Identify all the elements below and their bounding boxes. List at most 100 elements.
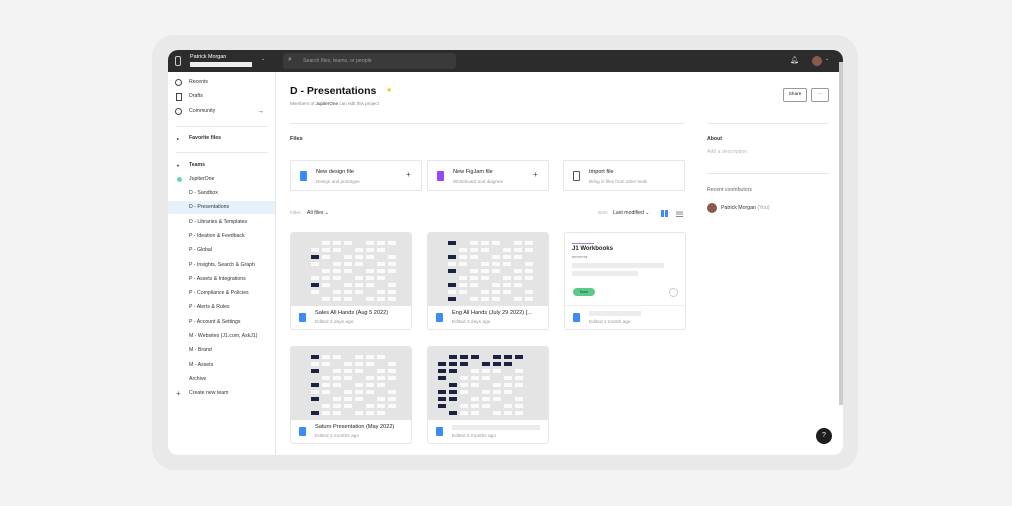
file-card[interactable]: J1 Workbooks PROTOTYPE Done Edited 1 mon…: [564, 232, 686, 330]
sidebar-project-item[interactable]: P - Assets & Integrations: [168, 273, 275, 286]
search-input[interactable]: ⌕ Search files, teams, or people: [283, 53, 456, 69]
slide-mini: [438, 369, 446, 373]
slide-mini: [525, 297, 533, 301]
slide-mini: [525, 269, 533, 273]
arrow-right-icon: →: [257, 108, 264, 115]
user-name[interactable]: Patrick Morgan: [190, 54, 226, 60]
slide-mini: [388, 290, 396, 294]
teams-toggle[interactable]: ▾ Teams: [168, 159, 275, 172]
file-card[interactable]: Eng All Hands (July 29 2022) [... Edited …: [427, 232, 549, 330]
plus-icon[interactable]: +: [533, 170, 538, 179]
slide-mini: [514, 255, 522, 259]
grid-view-icon[interactable]: [661, 210, 668, 217]
sidebar-project-item[interactable]: P - Ideation & Feedback: [168, 230, 275, 243]
filter-value: All files: [307, 210, 324, 216]
divider: [290, 123, 685, 124]
sidebar-project-item[interactable]: D - Sandbox: [168, 187, 275, 200]
slide-mini: [377, 411, 385, 415]
subtitle-suffix: can edit this project: [338, 101, 379, 106]
more-options-button[interactable]: ···: [811, 88, 829, 102]
slide-mini: [311, 369, 319, 373]
plus-icon[interactable]: +: [406, 170, 411, 179]
file-card[interactable]: Edited 6 months ago: [427, 346, 549, 444]
sidebar-project-item[interactable]: M - Brand: [168, 344, 275, 357]
file-card[interactable]: Saturn Presentation (May 2022) Edited 2 m…: [290, 346, 412, 444]
slide-mini: [493, 362, 501, 366]
slide-mini: [355, 383, 363, 387]
sidebar-project-item[interactable]: M - Assets: [168, 359, 275, 372]
sidebar-project-item[interactable]: M - Websites (J1.com, AskJ1): [168, 330, 275, 343]
action-card[interactable]: New design file Design and prototype +: [290, 160, 422, 191]
sidebar-item-recents[interactable]: Recents: [168, 76, 275, 89]
share-button[interactable]: Share: [783, 88, 807, 102]
sidebar-project-item[interactable]: P - Account & Settings: [168, 316, 275, 329]
sidebar: Recents Drafts Community → ▸ Favorite file…: [168, 72, 276, 455]
slide-mini: [366, 376, 374, 380]
file-card[interactable]: Sales All Hands (Aug 5 2022) Edited 2 day…: [290, 232, 412, 330]
file-name-redacted: [589, 311, 641, 316]
slide-mini: [344, 290, 352, 294]
action-card[interactable]: New FigJam file Whiteboard and diagram +: [427, 160, 549, 191]
sidebar-project-item[interactable]: P - Insights, Search & Graph: [168, 259, 275, 272]
placeholder-bar: [572, 263, 664, 268]
sidebar-project-item[interactable]: P - Alerts & Rules: [168, 301, 275, 314]
slide-mini: [460, 411, 468, 415]
caret-icon: ▾: [177, 163, 180, 168]
slide-mini: [493, 397, 501, 401]
slide-mini: [504, 362, 512, 366]
file-edited-time: Edited 1 month ago: [589, 320, 631, 325]
sidebar-project-item[interactable]: Archive: [168, 373, 275, 386]
slide-mini: [366, 383, 374, 387]
slide-mini: [311, 397, 319, 401]
slide-mini: [460, 376, 468, 380]
slide-mini: [514, 276, 522, 280]
file-edited-time: Edited 2 months ago: [315, 434, 360, 439]
favorite-star-icon[interactable]: ★: [386, 86, 392, 94]
label: Teams: [189, 162, 206, 168]
slide-mini: [493, 390, 501, 394]
scrollbar[interactable]: [839, 62, 843, 405]
slide-mini: [503, 283, 511, 287]
slide-mini: [482, 362, 490, 366]
slide-mini: [366, 355, 374, 359]
list-view-icon[interactable]: [676, 210, 683, 217]
account-chevron-icon[interactable]: ⌄: [261, 56, 265, 62]
caret-icon: ▸: [177, 136, 180, 141]
avatar[interactable]: [812, 56, 822, 66]
sidebar-project-item[interactable]: P - Compliance & Policies: [168, 287, 275, 300]
sidebar-team-jupiterone[interactable]: JupiterOne: [168, 173, 275, 186]
slide-mini: [504, 376, 512, 380]
filter-dropdown[interactable]: All files ⌄: [307, 210, 329, 216]
sidebar-project-item[interactable]: D - Presentations: [168, 201, 275, 215]
description-input[interactable]: Add a description: [707, 149, 747, 155]
bell-icon[interactable]: 🔔︎: [790, 56, 799, 64]
contributor-name[interactable]: Patrick Morgan (You): [721, 205, 770, 211]
slide-mini: [355, 255, 363, 259]
avatar-chevron-icon[interactable]: ⌄: [825, 56, 829, 62]
slide-mini: [481, 276, 489, 280]
sidebar-item-community[interactable]: Community →: [168, 105, 275, 118]
favorite-files-toggle[interactable]: ▸ Favorite files: [168, 132, 275, 145]
sort-dropdown[interactable]: Last modified ⌄: [613, 210, 650, 216]
sidebar-item-drafts[interactable]: Drafts: [168, 90, 275, 103]
slide-mini: [344, 369, 352, 373]
slide-mini: [460, 404, 468, 408]
action-card[interactable]: Import file Bring in files from other too…: [563, 160, 685, 191]
slide-mini: [482, 404, 490, 408]
slide-mini: [366, 255, 374, 259]
slide-mini: [515, 404, 523, 408]
file-thumbnail: [291, 233, 411, 306]
sidebar-project-item[interactable]: D - Libraries & Templates: [168, 216, 275, 229]
slide-mini: [322, 283, 330, 287]
slide-mini: [355, 362, 363, 366]
slide-mini: [504, 355, 512, 359]
sidebar-project-item[interactable]: P - Global: [168, 244, 275, 257]
slide-mini: [471, 383, 479, 387]
clock-icon: [175, 79, 182, 86]
slide-mini: [311, 383, 319, 387]
slide-mini: [492, 262, 500, 266]
slide-mini: [388, 241, 396, 245]
slide-mini: [504, 390, 512, 394]
create-new-team-button[interactable]: + Create new team: [168, 387, 275, 400]
help-button[interactable]: ?: [816, 428, 832, 444]
